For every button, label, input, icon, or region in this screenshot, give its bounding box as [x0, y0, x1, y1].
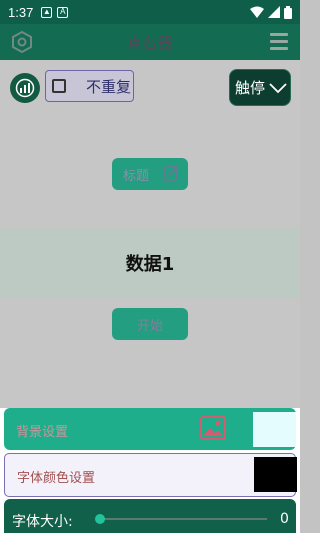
hamburger-menu-icon[interactable] — [270, 33, 288, 51]
signal-icon — [268, 6, 280, 18]
start-button[interactable]: 开始 — [112, 308, 188, 340]
stats-button[interactable] — [10, 73, 40, 103]
display-text: 数据1 — [0, 228, 300, 298]
font-color-setting-row[interactable]: 字体颜色设置 — [4, 453, 297, 497]
status-bar: 1:37 ▲ A — [0, 0, 300, 24]
mode-label: 触停 — [235, 79, 266, 97]
title-button-label: 标题 — [123, 168, 150, 184]
background-setting-row[interactable]: 背景设置 — [4, 408, 296, 450]
status-time: 1:37 — [8, 4, 34, 20]
settings-panel: 背景设置 字体颜色设置 字体大小: 0 — [0, 408, 300, 533]
battery-icon — [284, 5, 292, 19]
app-bar: 点名器 — [0, 24, 300, 60]
status-right — [250, 5, 292, 19]
background-color-swatch[interactable] — [253, 412, 296, 447]
edit-icon — [163, 165, 179, 181]
font-size-slider-thumb[interactable] — [95, 514, 105, 524]
menu-line — [270, 33, 288, 36]
menu-line — [270, 47, 288, 50]
font-color-swatch[interactable] — [254, 457, 297, 492]
font-size-label: 字体大小: — [12, 514, 73, 530]
background-label: 背景设置 — [16, 425, 69, 440]
title-button[interactable]: 标题 — [112, 158, 188, 190]
no-repeat-toggle[interactable]: 不重复 — [45, 70, 134, 102]
no-repeat-label: 不重复 — [86, 77, 132, 96]
app-title: 点名器 — [127, 33, 173, 52]
no-repeat-checkbox[interactable] — [52, 79, 66, 93]
main-area: 不重复 触停 标题 数据1 开始 — [0, 60, 300, 408]
image-icon[interactable] — [200, 416, 226, 440]
menu-line — [270, 40, 288, 43]
wifi-icon — [250, 6, 264, 18]
font-color-label: 字体颜色设置 — [17, 471, 96, 486]
font-size-row: 字体大小: 0 — [4, 499, 296, 533]
chevron-down-icon — [269, 82, 287, 93]
chart-icon — [15, 78, 35, 98]
gallery-icon: ▲ — [41, 6, 53, 18]
a-icon: A — [57, 6, 69, 18]
mode-dropdown[interactable]: 触停 — [229, 69, 291, 106]
font-size-value: 0 — [280, 511, 289, 527]
font-size-slider[interactable] — [99, 518, 267, 520]
